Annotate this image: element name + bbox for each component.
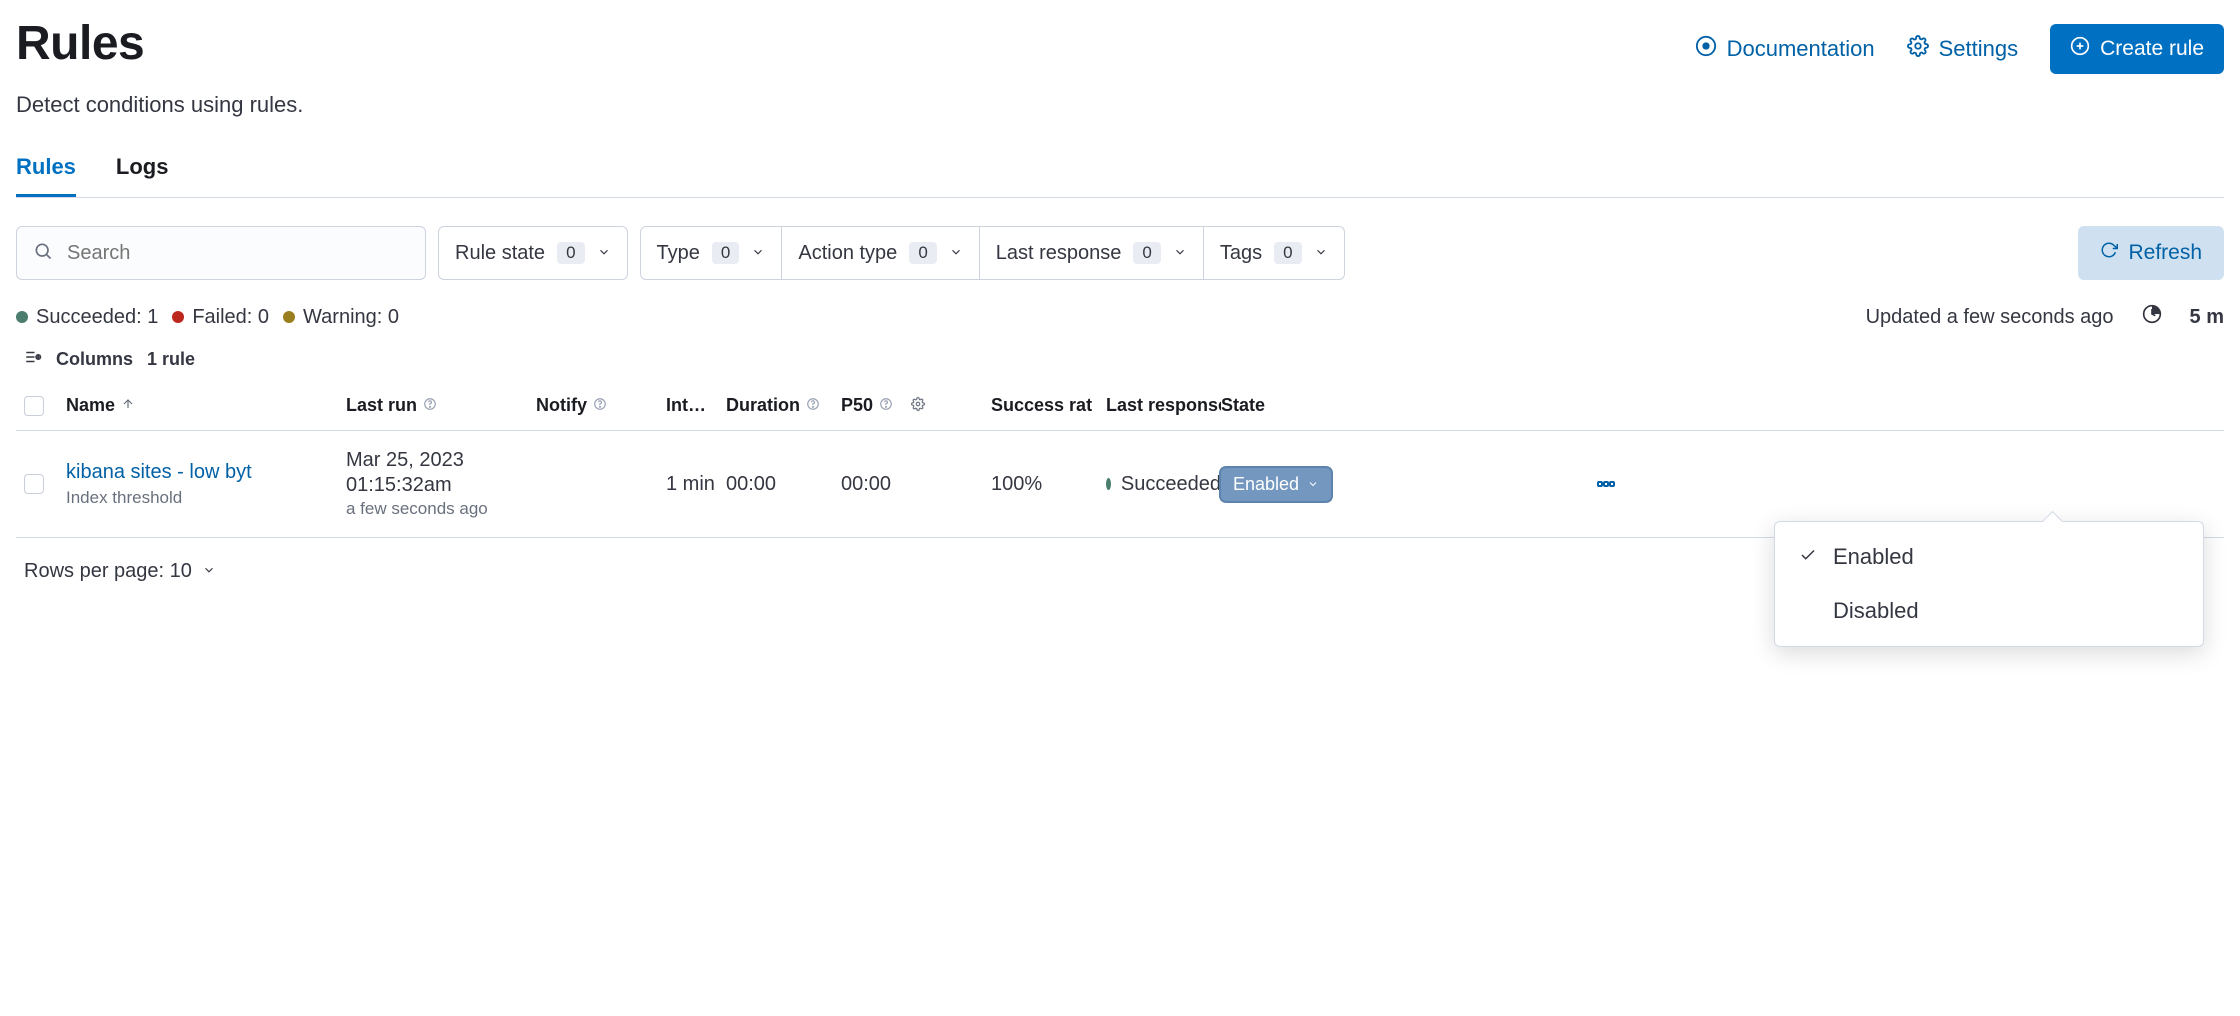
succeeded-label: Succeeded: 1: [36, 306, 158, 329]
status-counts: Succeeded: 1 Failed: 0 Warning: 0: [16, 306, 399, 329]
sort-asc-icon: [121, 395, 135, 416]
col-name[interactable]: Name: [66, 395, 346, 416]
col-last-response[interactable]: Last response: [1106, 395, 1221, 416]
col-notify[interactable]: Notify: [536, 395, 666, 416]
refresh-button[interactable]: Refresh: [2078, 226, 2224, 280]
documentation-link[interactable]: Documentation: [1695, 35, 1875, 63]
plus-circle-icon: [2070, 36, 2090, 62]
search-icon: [33, 241, 67, 266]
refresh-label: Refresh: [2128, 241, 2202, 265]
chevron-down-icon: [202, 560, 216, 583]
filter-last-response-label: Last response: [996, 242, 1122, 265]
search-input[interactable]: [67, 242, 409, 265]
popover-item-enabled[interactable]: Enabled: [1775, 530, 2203, 584]
gear-icon[interactable]: [911, 395, 925, 416]
last-run-date: Mar 25, 2023: [346, 449, 536, 472]
select-all-checkbox[interactable]: [24, 396, 44, 416]
last-run-time: 01:15:32am: [346, 474, 536, 497]
col-last-run[interactable]: Last run: [346, 395, 536, 416]
filter-type-label: Type: [657, 242, 700, 265]
chevron-down-icon: [1173, 242, 1187, 265]
chevron-down-icon: [1307, 474, 1319, 495]
interval-cell: 1 min: [666, 468, 726, 500]
col-success-ratio[interactable]: Success rat: [991, 395, 1106, 416]
p50-cell: 00:00: [841, 473, 991, 496]
filter-tags-count: 0: [1274, 242, 1301, 264]
tab-rules[interactable]: Rules: [16, 154, 76, 197]
rule-name-link[interactable]: kibana sites - low byt: [66, 461, 346, 484]
col-duration[interactable]: Duration: [726, 395, 841, 416]
rule-type: Index threshold: [66, 488, 346, 508]
documentation-label: Documentation: [1727, 36, 1875, 62]
success-ratio-cell: 100%: [991, 473, 1106, 496]
col-state[interactable]: State: [1221, 395, 1391, 416]
row-actions-button[interactable]: [1561, 472, 1651, 496]
filter-last-response[interactable]: Last response 0: [980, 226, 1204, 280]
columns-icon[interactable]: [24, 348, 42, 371]
succeeded-dot: [1106, 478, 1111, 490]
filter-rule-state-count: 0: [557, 242, 584, 264]
chevron-down-icon: [949, 242, 963, 265]
chevron-down-icon: [597, 242, 611, 265]
duration-cell: 00:00: [726, 473, 841, 496]
filter-last-response-count: 0: [1133, 242, 1160, 264]
help-icon[interactable]: [879, 395, 893, 416]
failed-dot: [172, 311, 184, 323]
rule-count: 1 rule: [147, 349, 195, 370]
settings-label: Settings: [1939, 36, 2019, 62]
row-checkbox[interactable]: [24, 474, 44, 494]
help-icon[interactable]: [593, 395, 607, 416]
help-icon[interactable]: [423, 395, 437, 416]
refresh-interval[interactable]: 5 m: [2190, 306, 2224, 329]
warning-label: Warning: 0: [303, 306, 399, 329]
warning-dot: [283, 311, 295, 323]
col-interval[interactable]: Int…: [666, 395, 726, 416]
tabs: Rules Logs: [16, 154, 2224, 198]
create-rule-label: Create rule: [2100, 37, 2204, 61]
filter-rule-state-label: Rule state: [455, 242, 545, 265]
rules-table: Name Last run Notify Int… Duration P50 S…: [16, 381, 2224, 538]
state-popover: Enabled Disabled: [1774, 521, 2204, 647]
filter-type-count: 0: [712, 242, 739, 264]
filter-action-type[interactable]: Action type 0: [782, 226, 979, 280]
col-p50[interactable]: P50: [841, 395, 991, 416]
page-description: Detect conditions using rules.: [16, 92, 2224, 118]
tab-logs[interactable]: Logs: [116, 154, 169, 197]
failed-label: Failed: 0: [192, 306, 269, 329]
gear-icon: [1907, 35, 1929, 63]
check-icon: [1799, 544, 1817, 570]
filter-action-type-count: 0: [909, 242, 936, 264]
help-icon[interactable]: [806, 395, 820, 416]
last-response-cell: Succeeded: [1106, 473, 1221, 496]
chevron-down-icon: [1314, 242, 1328, 265]
filter-tags[interactable]: Tags 0: [1204, 226, 1345, 280]
page-title: Rules: [16, 16, 144, 71]
filter-tags-label: Tags: [1220, 242, 1262, 265]
state-badge[interactable]: Enabled: [1221, 468, 1331, 501]
updated-text: Updated a few seconds ago: [1866, 306, 2114, 329]
succeeded-dot: [16, 311, 28, 323]
columns-button[interactable]: Columns: [56, 349, 133, 370]
filter-action-type-label: Action type: [798, 242, 897, 265]
create-rule-button[interactable]: Create rule: [2050, 24, 2224, 74]
clock-icon[interactable]: [2142, 304, 2162, 330]
filter-rule-state[interactable]: Rule state 0: [438, 226, 628, 280]
documentation-icon: [1695, 35, 1717, 63]
settings-link[interactable]: Settings: [1907, 35, 2019, 63]
table-row: kibana sites - low byt Index threshold M…: [16, 431, 2224, 538]
search-box[interactable]: [16, 226, 426, 280]
refresh-icon: [2100, 241, 2118, 265]
last-run-relative: a few seconds ago: [346, 499, 536, 519]
popover-item-disabled[interactable]: Disabled: [1775, 584, 2203, 638]
chevron-down-icon: [751, 242, 765, 265]
filter-type[interactable]: Type 0: [640, 226, 783, 280]
